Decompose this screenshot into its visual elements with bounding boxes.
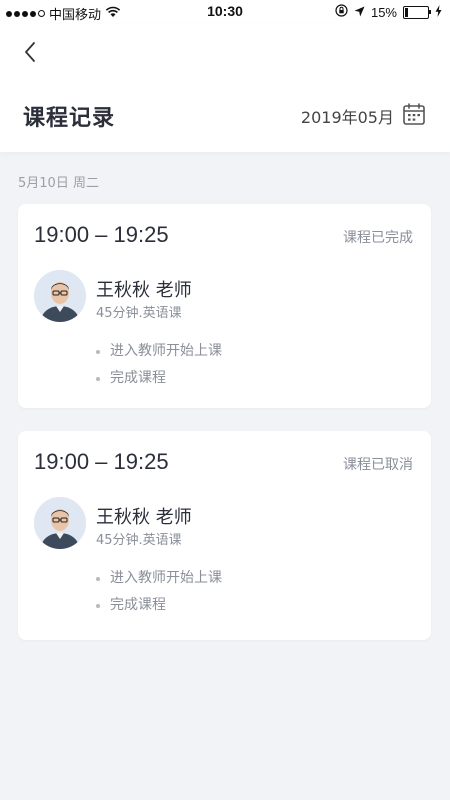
teacher-name: 王秋秋 老师 <box>96 280 192 301</box>
date-section-label: 5月10日 周二 <box>18 176 99 191</box>
teacher-name: 王秋秋 老师 <box>96 507 192 528</box>
calendar-icon <box>402 102 426 130</box>
lesson-card[interactable]: 19:00 – 19:25 课程已取消 王秋秋 老师 45分钟.英语课 进入教师… <box>18 431 431 640</box>
status-bar: 中国移动 10:30 15% <box>0 0 450 24</box>
lesson-subtitle: 45分钟.英语课 <box>96 306 182 321</box>
teacher-avatar[interactable] <box>34 270 86 322</box>
battery-percent: 15% <box>370 4 397 20</box>
lesson-status: 课程已完成 <box>343 230 413 246</box>
lesson-steps: 进入教师开始上课 完成课程 <box>96 565 222 619</box>
lesson-subtitle: 45分钟.英语课 <box>96 533 182 548</box>
lesson-time-range: 19:00 – 19:25 <box>34 222 169 247</box>
page-title: 课程记录 <box>23 106 116 131</box>
lesson-step: 完成课程 <box>96 365 222 392</box>
teacher-avatar[interactable] <box>34 497 86 549</box>
lesson-time-range: 19:00 – 19:25 <box>34 449 169 474</box>
charging-bolt-icon <box>435 4 442 20</box>
lesson-steps: 进入教师开始上课 完成课程 <box>96 338 222 392</box>
month-label: 2019年05月 <box>300 108 394 127</box>
rotation-lock-icon <box>335 4 348 20</box>
back-button[interactable] <box>16 38 44 70</box>
month-picker[interactable]: 2019年05月 <box>301 102 426 130</box>
battery-icon <box>403 5 431 19</box>
lesson-status: 课程已取消 <box>343 457 413 473</box>
status-bar-right: 15% <box>335 4 442 20</box>
page-header: 课程记录 2019年05月 <box>0 24 450 152</box>
battery-fill <box>405 7 409 17</box>
chevron-left-icon <box>23 40 37 68</box>
lesson-step: 完成课程 <box>96 592 222 619</box>
lesson-card[interactable]: 19:00 – 19:25 课程已完成 王秋秋 老师 45分钟.英语课 进入教师… <box>18 204 431 408</box>
location-arrow-icon <box>354 5 365 20</box>
lesson-step: 进入教师开始上课 <box>96 338 222 365</box>
lesson-step: 进入教师开始上课 <box>96 565 222 592</box>
